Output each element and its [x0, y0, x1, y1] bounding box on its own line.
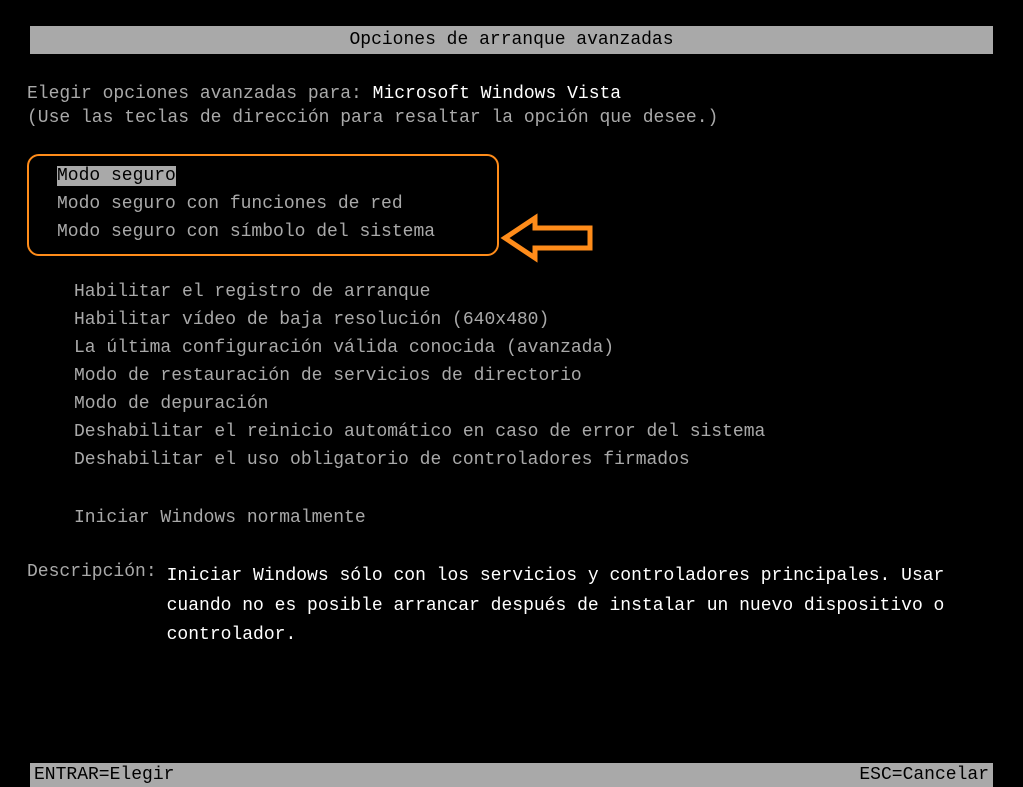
- description-text: Iniciar Windows sólo con los servicios y…: [167, 562, 996, 651]
- menu-item-safe-mode-network[interactable]: Modo seguro con funciones de red: [39, 190, 487, 218]
- menu-item-ds-restore[interactable]: Modo de restauración de servicios de dir…: [74, 362, 996, 390]
- menu-item-disable-auto-restart[interactable]: Deshabilitar el reinicio automático en c…: [74, 418, 996, 446]
- menu-item-start-normal[interactable]: Iniciar Windows normalmente: [74, 504, 996, 532]
- menu-item-boot-logging[interactable]: Habilitar el registro de arranque: [74, 278, 996, 306]
- keyboard-hint: (Use las teclas de dirección para resalt…: [27, 108, 996, 128]
- menu-item-low-res-video[interactable]: Habilitar vídeo de baja resolución (640x…: [74, 306, 996, 334]
- footer-bar: ENTRAR=Elegir ESC=Cancelar: [30, 763, 993, 787]
- menu-item-debug-mode[interactable]: Modo de depuración: [74, 390, 996, 418]
- other-options-list: Habilitar el registro de arranque Habili…: [74, 278, 996, 532]
- title-text: Opciones de arranque avanzadas: [349, 30, 673, 50]
- menu-item-safe-mode[interactable]: Modo seguro: [39, 162, 178, 190]
- menu-item-disable-driver-sig[interactable]: Deshabilitar el uso obligatorio de contr…: [74, 446, 996, 474]
- intro-prefix: Elegir opciones avanzadas para:: [27, 84, 373, 104]
- title-bar: Opciones de arranque avanzadas: [30, 26, 993, 54]
- description-label: Descripción:: [27, 562, 167, 651]
- footer-enter-hint: ENTRAR=Elegir: [34, 765, 174, 785]
- safe-mode-group-box: Modo seguro Modo seguro con funciones de…: [27, 154, 499, 256]
- menu-item-safe-mode-cmd[interactable]: Modo seguro con símbolo del sistema: [39, 218, 487, 246]
- intro-line: Elegir opciones avanzadas para: Microsof…: [27, 84, 996, 104]
- menu-item-label: Modo seguro con símbolo del sistema: [57, 222, 435, 242]
- description-block: Descripción: Iniciar Windows sólo con lo…: [27, 562, 996, 651]
- footer-esc-hint: ESC=Cancelar: [859, 765, 989, 785]
- menu-item-label: Modo seguro con funciones de red: [57, 194, 403, 214]
- menu-item-label: Modo seguro: [57, 166, 176, 186]
- content-area: Elegir opciones avanzadas para: Microsof…: [0, 54, 1023, 651]
- os-name: Microsoft Windows Vista: [373, 84, 621, 104]
- menu-item-last-known-good[interactable]: La última configuración válida conocida …: [74, 334, 996, 362]
